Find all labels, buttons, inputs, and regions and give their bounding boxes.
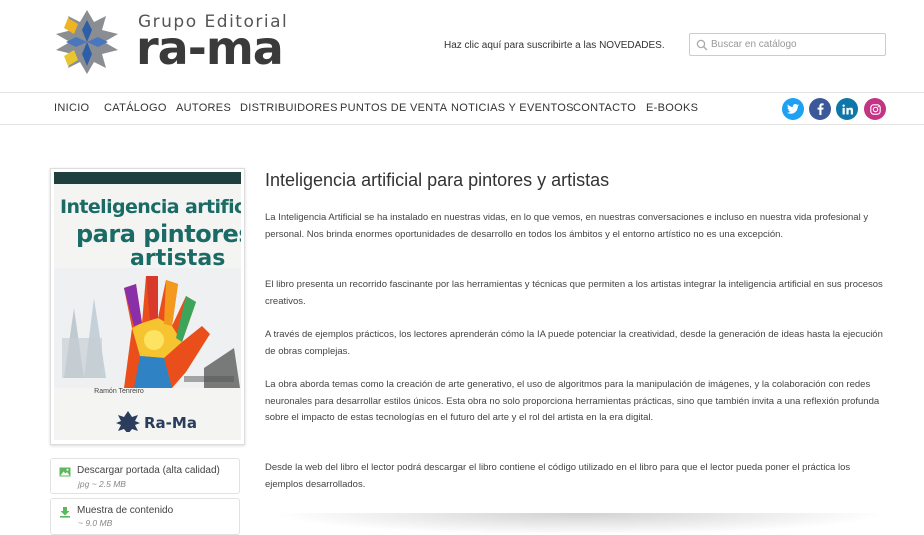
description-paragraph-1: La Inteligencia Artificial se ha instala…: [265, 212, 869, 240]
description-paragraph-4: La obra aborda temas como la creación de…: [265, 379, 880, 424]
nav-item-inicio[interactable]: INICIO: [54, 102, 89, 114]
main-nav: INICIO CATÁLOGO AUTORES DISTRIBUIDORES P…: [0, 92, 924, 125]
rama-logo-icon[interactable]: [54, 8, 120, 76]
nav-item-autores[interactable]: AUTORES: [176, 102, 231, 114]
site-header: Grupo Editorial ra-ma Haz clic aquí para…: [0, 0, 924, 92]
image-icon: [59, 467, 71, 477]
brand-name[interactable]: ra-ma: [136, 22, 284, 74]
cover-title-line2-text: para pintores: [76, 220, 241, 248]
twitter-button[interactable]: [782, 98, 804, 120]
nav-item-puntos-de-venta[interactable]: PUNTOS DE VENTA: [340, 102, 447, 114]
description-paragraph-3: A través de ejemplos prácticos, los lect…: [265, 329, 883, 357]
linkedin-button[interactable]: [836, 98, 858, 120]
nav-item-catalogo[interactable]: CATÁLOGO: [104, 102, 167, 114]
instagram-icon: [869, 103, 881, 115]
section-divider-shadow: [270, 513, 890, 535]
book-cover[interactable]: Inteligencia artificial para pintores y …: [50, 168, 245, 445]
instagram-button[interactable]: [864, 98, 886, 120]
description-paragraph-5: Desde la web del libro el lector podrá d…: [265, 462, 851, 490]
download-cover-button[interactable]: Descargar portada (alta calidad) jpg ~ 2…: [50, 458, 240, 494]
book-title: Inteligencia artificial para pintores y …: [265, 170, 610, 190]
nav-item-noticias-y-eventos[interactable]: NOTICIAS Y EVENTOS: [451, 102, 574, 114]
cover-publisher: Ra-Ma: [144, 414, 197, 432]
download-sample-button[interactable]: Muestra de contenido ~ 9.0 MB: [50, 498, 240, 535]
nav-item-ebooks[interactable]: E-BOOKS: [646, 102, 698, 114]
search-box[interactable]: [689, 33, 886, 56]
cover-top-band: [54, 172, 241, 184]
linkedin-icon: [841, 103, 853, 114]
nav-item-contacto[interactable]: CONTACTO: [573, 102, 636, 114]
download-cover-label: Descargar portada (alta calidad): [77, 465, 220, 476]
nav-item-distribuidores[interactable]: DISTRIBUIDORES: [240, 102, 338, 114]
search-icon: [696, 39, 708, 51]
subscribe-link[interactable]: Haz clic aquí para suscribirte a las NOV…: [444, 40, 665, 51]
facebook-button[interactable]: [809, 98, 831, 120]
download-cover-meta: jpg ~ 2.5 MB: [78, 479, 126, 489]
download-sample-meta: ~ 9.0 MB: [78, 518, 113, 528]
description-paragraph-2: El libro presenta un recorrido fascinant…: [265, 279, 883, 307]
download-sample-label: Muestra de contenido: [77, 505, 174, 516]
search-input[interactable]: [711, 36, 881, 53]
cover-title-line2: para pintores y: [76, 220, 241, 248]
twitter-icon: [787, 104, 799, 114]
cover-art-image: [54, 268, 241, 388]
cover-title-line1: Inteligencia artificial: [60, 196, 241, 218]
facebook-icon: [817, 103, 824, 115]
book-cover-image: Inteligencia artificial para pintores y …: [54, 172, 241, 440]
cover-author: Ramón Tenreiro: [94, 388, 144, 395]
download-icon: [60, 507, 70, 518]
